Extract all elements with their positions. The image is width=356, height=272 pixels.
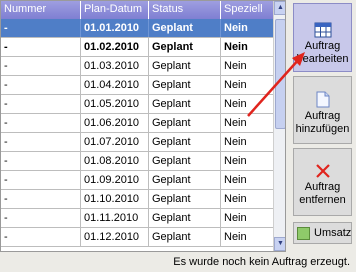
cell-plan-datum: 01.03.2010 [81,57,149,75]
document-icon [316,91,329,108]
cell-nummer: - [1,209,81,227]
green-square-icon [297,227,310,240]
column-header-status[interactable]: Status [149,1,221,19]
table-row[interactable]: -01.05.2010 Geplant Nein [1,95,273,114]
cell-speziell: Nein [224,155,247,167]
cell-speziell: Nein [224,174,247,186]
scrollbar-thumb[interactable] [275,19,285,129]
cell-status: Geplant [149,95,221,113]
table-row[interactable]: -01.04.2010 Geplant Nein [1,76,273,95]
table-row-selected[interactable]: -01.01.2010 Geplant Nein [1,19,273,38]
umsatz-label: Umsatz [314,227,352,239]
add-order-label-2: hinzufügen [295,123,350,135]
cell-nummer: - [1,152,81,170]
cell-nummer: - [1,228,81,246]
add-order-label-1: Auftrag [304,110,341,122]
cell-status: Geplant [149,190,221,208]
scroll-down-icon[interactable]: ▼ [274,237,285,251]
cell-status: Geplant [149,152,221,170]
cell-plan-datum: 01.10.2010 [81,190,149,208]
column-header-nummer[interactable]: Nummer [1,1,81,19]
cell-plan-datum: 01.06.2010 [81,114,149,132]
table-row[interactable]: -01.07.2010 Geplant Nein [1,133,273,152]
table-row[interactable]: -01.10.2010 Geplant Nein [1,190,273,209]
remove-order-button[interactable]: Auftrag entfernen [293,148,352,216]
table-row[interactable]: -01.03.2010 Geplant Nein [1,57,273,76]
cell-plan-datum: 01.08.2010 [81,152,149,170]
vertical-scrollbar[interactable]: ▲ ▼ [273,1,285,251]
table-row[interactable]: -01.12.2010 Geplant Nein [1,228,273,247]
cell-speziell: Nein [224,193,247,205]
cell-plan-datum: 01.02.2010 [81,38,149,56]
remove-order-label-1: Auftrag [304,181,341,193]
table-header: Nummer Plan-Datum Status Speziell [1,1,273,19]
cell-status: Geplant [149,57,221,75]
table-grid-icon [314,22,331,38]
cell-speziell: Nein [224,231,247,243]
cell-status: Geplant [149,38,221,56]
column-header-plan-datum[interactable]: Plan-Datum [81,1,149,19]
table-row[interactable]: -01.09.2010 Geplant Nein [1,171,273,190]
cell-nummer: - [1,76,81,94]
table-row[interactable]: -01.02.2010 Geplant Nein [1,38,273,57]
cell-status: Geplant [149,19,221,37]
cell-plan-datum: 01.05.2010 [81,95,149,113]
cell-nummer: - [1,171,81,189]
table-row[interactable]: -01.06.2010 Geplant Nein [1,114,273,133]
cell-plan-datum: 01.12.2010 [81,228,149,246]
add-order-button[interactable]: Auftrag hinzufügen [293,76,352,144]
cell-status: Geplant [149,133,221,151]
table-row[interactable]: -01.11.2010 Geplant Nein [1,209,273,228]
cell-speziell: Nein [224,22,248,34]
cell-nummer: - [1,19,81,37]
cell-speziell: Nein [224,60,247,72]
cell-plan-datum: 01.11.2010 [81,209,149,227]
edit-order-button[interactable]: Auftrag bearbeiten [293,3,352,72]
cell-status: Geplant [149,209,221,227]
table-body: -01.01.2010 Geplant Nein -01.02.2010 Geplant… [1,19,273,247]
table-row[interactable]: -01.08.2010 Geplant Nein [1,152,273,171]
cell-nummer: - [1,133,81,151]
cell-speziell: Nein [224,79,247,91]
cell-nummer: - [1,190,81,208]
cell-speziell: Nein [224,41,248,53]
cell-status: Geplant [149,228,221,246]
status-message: Es wurde noch kein Auftrag erzeugt. [173,256,350,268]
cell-plan-datum: 01.01.2010 [81,19,149,37]
cell-nummer: - [1,95,81,113]
umsatz-button[interactable]: Umsatz [293,222,352,244]
cell-speziell: Nein [224,136,247,148]
cell-plan-datum: 01.07.2010 [81,133,149,151]
cell-speziell: Nein [224,212,247,224]
cell-nummer: - [1,114,81,132]
scroll-up-icon[interactable]: ▲ [274,1,285,15]
edit-order-label-2: bearbeiten [296,53,349,65]
column-header-speziell[interactable]: Speziell [221,1,273,19]
action-buttons: Auftrag bearbeiten Auftrag hinzufügen Au… [291,0,356,252]
red-x-icon [315,164,330,178]
cell-nummer: - [1,38,81,56]
cell-status: Geplant [149,76,221,94]
cell-status: Geplant [149,114,221,132]
edit-order-label-1: Auftrag [304,40,341,52]
cell-speziell: Nein [224,98,247,110]
cell-plan-datum: 01.09.2010 [81,171,149,189]
remove-order-label-2: entfernen [299,194,346,206]
cell-plan-datum: 01.04.2010 [81,76,149,94]
orders-table: Nummer Plan-Datum Status Speziell -01.01… [0,0,286,252]
cell-nummer: - [1,57,81,75]
cell-status: Geplant [149,171,221,189]
cell-speziell: Nein [224,117,247,129]
